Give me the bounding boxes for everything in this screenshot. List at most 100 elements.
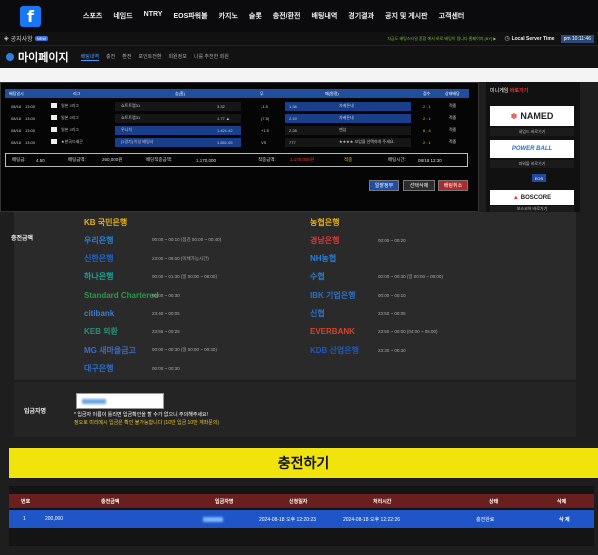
bank-item: NH농협 — [310, 253, 378, 265]
summary-amount-label: 배팅금액: — [68, 157, 86, 162]
bet-status: 적중 — [449, 139, 457, 144]
bet-draw: (7.5) — [261, 115, 270, 121]
bet-score: 2 : 1 — [423, 115, 431, 121]
nav-item[interactable]: 슬롯 — [249, 11, 262, 21]
table-row[interactable]: 08/18 13:00 일본 J리그 우니치 1.421.42 +1.5 2.28 맨섬 6 :… — [5, 125, 469, 135]
bet-league: 일본 J리그 — [61, 115, 79, 120]
bet-status: 적중 — [449, 103, 457, 108]
charge-button[interactable]: 충전하기 — [9, 448, 598, 478]
betting-header-cell: 점수 — [423, 90, 431, 96]
site-logo[interactable]: f — [20, 5, 41, 27]
bank-item: IBK 기업은행 00:00 ~ 00:10 — [310, 289, 406, 301]
history-header-cell: 입금자명 — [215, 498, 234, 505]
nav-item[interactable]: 네임드 — [113, 11, 132, 21]
table-row[interactable]: 1 200,000 2024-08-18 오후 12:20:23 2024-08… — [9, 510, 594, 528]
nav-item[interactable]: 공지 및 게시판 — [385, 11, 428, 21]
bank-hours: 23:50 ~ 00:05 — [378, 311, 406, 316]
betting-header-cell: 배팅일시 — [9, 90, 24, 96]
cancel-bet-button[interactable]: 배팅취소 — [438, 180, 468, 191]
bet-away-team: 자베른네 — [339, 103, 354, 108]
bet-score: 2 : 1 — [423, 139, 431, 145]
history-header-cell: 충전금액 — [101, 498, 120, 505]
nav-item[interactable]: 경기결과 — [348, 11, 374, 21]
row-delete-button[interactable]: 삭 제 — [559, 516, 570, 523]
bet-date: 08/18 — [11, 115, 22, 121]
notice-label[interactable]: ◈ 공지사항 NEW — [4, 34, 49, 43]
eos-card[interactable]: EOS — [532, 174, 546, 182]
history-header: 번호 충전금액 입금자명 신청일자 처리시간 상태 삭제 — [9, 494, 594, 508]
page: f 스포츠 네임드 NTRY EOS파워볼 카지노 슬롯 충전/환전 배팅내역 경기결과 공지 및… — [0, 0, 598, 555]
depositor-input[interactable] — [76, 393, 164, 409]
betting-header-cell: 리그 — [73, 90, 81, 96]
table-row[interactable]: 08/18 13:00 ★한국드래곤 [1경기] 이상 배팅사 1.851.05 VS 77… — [5, 137, 469, 147]
nav-item[interactable]: NTRY — [144, 11, 163, 21]
summary-expected: 1,170,000 — [196, 157, 217, 163]
bet-draw: -1.5 — [261, 103, 268, 109]
bet-away: 777 — [289, 139, 296, 145]
table-row[interactable]: 08/18 13:00 일본 J리그 쇼트트랩31 3.32 -1.5 1.38 자베른네 2 … — [5, 101, 469, 111]
nav-item[interactable]: 스포츠 — [83, 11, 102, 21]
summary-date-label: 배팅시간: — [388, 157, 406, 162]
nav-item[interactable]: 배팅내역 — [312, 11, 338, 21]
bank-item: 대구은행 00:00 ~ 00:30 — [84, 362, 180, 374]
mypage-tab[interactable]: 배팅내역 — [80, 53, 100, 61]
mypage-tab[interactable]: 환전 — [122, 53, 131, 61]
nav-item[interactable]: 충전/환전 — [273, 11, 301, 21]
history-header-cell: 번호 — [21, 498, 31, 505]
bank-hours: 23:55 ~ 00:25 — [152, 329, 180, 335]
delete-selected-button[interactable]: 선택삭제 — [403, 180, 435, 191]
row-status: 충전완료 — [476, 516, 495, 523]
bet-date: 08/18 — [11, 103, 22, 109]
bet-league: 일본 J리그 — [61, 127, 79, 132]
nav-item[interactable]: 고객센터 — [439, 11, 465, 21]
powerball-caption[interactable]: 파워볼 바로가기 — [490, 160, 574, 168]
boscore-card[interactable]: ▲ BOSCORE — [490, 190, 574, 205]
bank-hours: 23:50 ~ 00:00 (04:00 ~ 05:00) — [378, 329, 438, 335]
bet-home: [1경기] 이상 배팅사 — [121, 139, 154, 144]
bank-hours: 00:00 ~ 00:20 — [378, 237, 406, 243]
bank-logo: KEB 외환 — [84, 327, 118, 337]
bank-item: MG 새마을금고 00:00 ~ 00:30 (일 00:00 ~ 00:30) — [84, 344, 217, 356]
depositor-warning: * 입금자 이름이 틀리면 입금확인을 할 수가 없으니 주의해주세요! — [74, 412, 209, 418]
bank-logo: 우리은행 — [84, 235, 114, 245]
bet-draw: +1.5 — [261, 127, 269, 133]
depositor-section: 입금자명 * 입금자 이름이 틀리면 입금확인을 할 수가 없으니 주의해주세요… — [14, 382, 576, 437]
bet-home-odds: 1.77 ▲ — [217, 115, 230, 121]
mypage-tab[interactable]: 나를 추천한 회원 — [194, 53, 229, 61]
bank-hours: 00:00 ~ 00:30 (일 00:00 ~ 08:00) — [378, 273, 443, 279]
bet-time: 13:00 — [25, 103, 36, 109]
bet-home-odds: 3.32 — [217, 103, 225, 109]
bet-score: 2 : 1 — [423, 103, 431, 109]
summary-odds-label: 배팅금: — [12, 157, 26, 162]
bank-hours: 00:00 ~ 00:10 (점검 00:00 ~ 00:40) — [152, 237, 222, 243]
charge-history-table: 번호 충전금액 입금자명 신청일자 처리시간 상태 삭제 1 200,000 2024-08… — [9, 486, 594, 546]
depositor-notice: 정오로 미리메시 입금은 확인 불가능합니다 (10만 입금 10만 계좌문의) — [74, 420, 220, 426]
table-row[interactable]: 08/18 13:00 일본 J리그 쇼트트랩31 1.77 ▲ (7.5) 2.19 자베른… — [5, 113, 469, 123]
betting-table-header: 배팅일시 리그 승(홈) 무 패(원정) 점수 상태배당 — [5, 89, 469, 98]
powerball-card[interactable]: POWER BALL — [490, 140, 574, 158]
bet-away-team: 맨섬 — [339, 127, 347, 132]
summary-expected-label: 배당적중금액: — [146, 157, 173, 162]
notice-bar: ◈ 공지사항 NEW 지금도 배팅스타일 혼합 에서 바로 배팅이 됩니다 홈페… — [0, 32, 598, 46]
league-flag-icon — [51, 115, 57, 120]
nav-item[interactable]: 카지노 — [219, 11, 238, 21]
bank-item: citibank 23:40 ~ 00:05 — [84, 308, 180, 320]
betting-header-cell: 승(홈) — [175, 90, 186, 96]
row-request-date: 2024-08-18 오후 12:20:23 — [259, 516, 317, 523]
server-time-value: pm 10:11:46 — [560, 34, 594, 43]
mypage-header: 마이페이지 배팅내역 충전 환전 포인트전환 회원정보 나를 추천한 회원 — [0, 46, 598, 68]
bet-away: 2.19 — [289, 115, 297, 121]
mypage-tab[interactable]: 회원정보 — [168, 53, 186, 61]
row-amount: 200,000 — [45, 516, 64, 522]
nav-item[interactable]: EOS파워볼 — [173, 11, 207, 21]
mypage-tab[interactable]: 충전 — [106, 53, 115, 61]
bulk-button[interactable]: 일괄정부 — [369, 180, 399, 191]
notice-ticker[interactable]: 지금도 배팅스타일 혼합 에서 바로 배팅이 됩니다 홈페이지 [BY] ▶ — [387, 36, 496, 42]
bank-logo: 수협 — [310, 272, 325, 282]
league-flag-icon — [51, 103, 57, 108]
bet-score: 6 : 4 — [423, 127, 431, 133]
mypage-tab[interactable]: 포인트전환 — [138, 53, 161, 61]
named-card[interactable]: ✽ NAMED — [490, 106, 574, 126]
bank-hours: 00:00 ~ 00:30 — [152, 365, 180, 371]
named-caption[interactable]: 네임드 바로가기 — [490, 128, 574, 136]
